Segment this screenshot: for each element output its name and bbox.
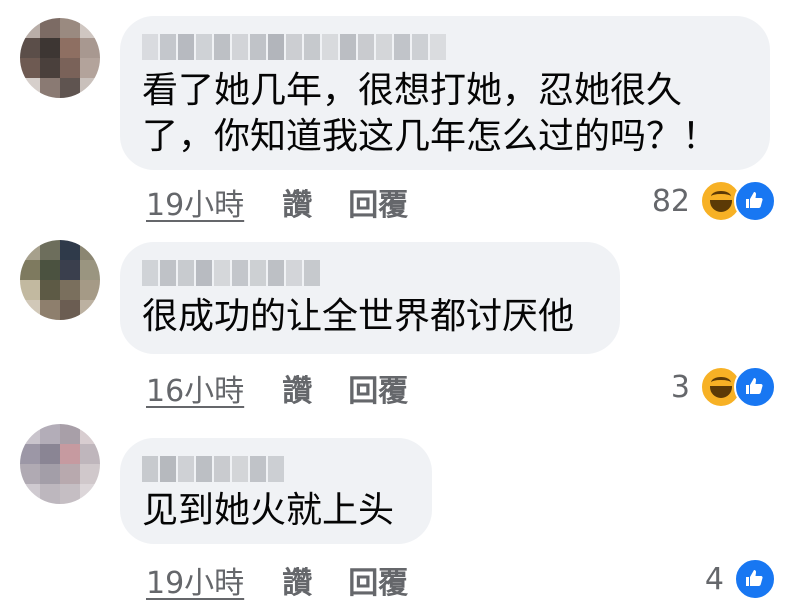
like-button[interactable]: 讚	[282, 180, 312, 224]
reply-button[interactable]: 回覆	[348, 366, 408, 410]
reply-button[interactable]: 回覆	[348, 558, 408, 602]
comment-bubble: 看了她几年，很想打她，忍她很久 了，你知道我这几年怎么过的吗？！	[120, 16, 770, 170]
comment-text-line: 见到她火就上头	[142, 490, 395, 531]
like-icon	[734, 180, 776, 222]
author-name-blurred[interactable]	[142, 34, 446, 60]
reply-button[interactable]: 回覆	[348, 180, 408, 224]
comment-text-line: 看了她几年，很想打她，忍她很久	[142, 70, 683, 111]
timestamp-link[interactable]: 19小時	[146, 180, 244, 224]
reaction-count: 3	[670, 369, 690, 405]
comment-bubble: 见到她火就上头	[120, 438, 432, 544]
timestamp-link[interactable]: 19小時	[146, 558, 244, 602]
like-button[interactable]: 讚	[282, 366, 312, 410]
avatar[interactable]	[20, 18, 100, 98]
reaction-count: 4	[704, 561, 724, 597]
avatar[interactable]	[20, 424, 100, 504]
comment-actions: 19小時 讚 回覆	[146, 558, 408, 602]
timestamp-link[interactable]: 16小時	[146, 366, 244, 410]
like-icon	[734, 558, 776, 600]
reaction-summary[interactable]: 3	[671, 366, 776, 408]
author-name-blurred[interactable]	[142, 260, 320, 286]
comment-text-line: 很成功的让全世界都讨厌他	[142, 296, 575, 337]
reaction-summary[interactable]: 82	[652, 180, 776, 222]
comment-actions: 16小時 讚 回覆	[146, 366, 408, 410]
like-icon	[734, 366, 776, 408]
comment-text-line: 了，你知道我这几年怎么过的吗？！	[142, 116, 719, 157]
comment-actions: 19小時 讚 回覆	[146, 180, 408, 224]
author-name-blurred[interactable]	[142, 456, 284, 482]
reaction-summary[interactable]: 4	[705, 558, 776, 600]
reaction-count: 82	[651, 183, 690, 219]
comment-bubble: 很成功的让全世界都讨厌他	[120, 242, 620, 354]
like-button[interactable]: 讚	[282, 558, 312, 602]
avatar[interactable]	[20, 240, 100, 320]
